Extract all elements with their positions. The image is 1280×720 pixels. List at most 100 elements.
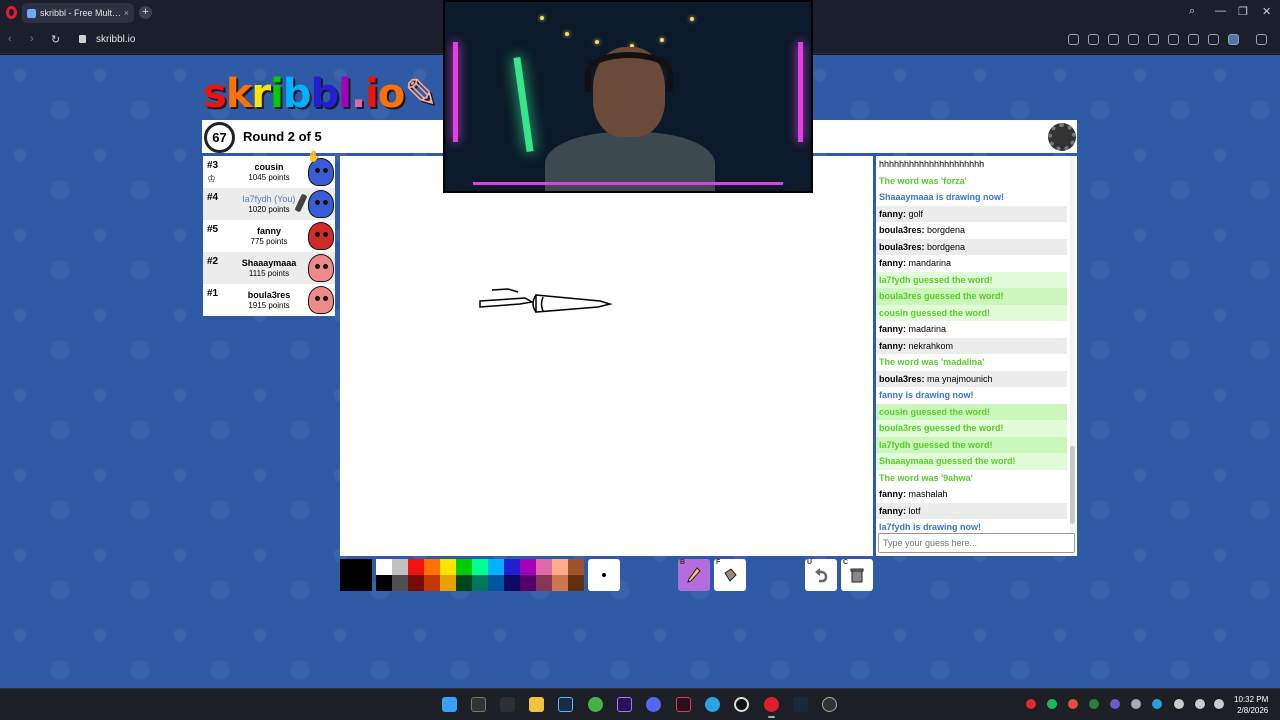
tray-icon-6[interactable]: [1131, 699, 1141, 709]
player-row[interactable]: #5 fanny 775 points: [203, 220, 335, 252]
telegram-icon[interactable]: [705, 697, 720, 712]
extension-icon[interactable]: [1068, 34, 1079, 45]
drawing-strokes: [479, 288, 613, 313]
search-tabs-icon[interactable]: ⌕: [1189, 5, 1195, 18]
reload-icon[interactable]: ↻: [51, 33, 60, 46]
camera-icon[interactable]: [1088, 34, 1099, 45]
tray-icon-7[interactable]: [1152, 699, 1162, 709]
color-swatch[interactable]: [504, 575, 520, 591]
clear-button[interactable]: C: [841, 559, 873, 591]
color-swatch[interactable]: [552, 559, 568, 575]
color-swatch[interactable]: [424, 575, 440, 591]
forward-icon[interactable]: ›: [30, 33, 34, 45]
lock-icon[interactable]: [79, 35, 86, 43]
color-swatch[interactable]: [392, 559, 408, 575]
color-swatch[interactable]: [456, 575, 472, 591]
skribbl-favicon-icon: [27, 8, 36, 18]
guess-input[interactable]: [878, 533, 1075, 553]
tab-title: skribbl - Free Multiplayer: [40, 8, 122, 18]
player-row[interactable]: #2 Shaaaymaaa 1115 points: [203, 252, 335, 284]
color-swatch[interactable]: [440, 559, 456, 575]
profile-icon[interactable]: [1228, 34, 1239, 45]
undo-button[interactable]: U: [805, 559, 837, 591]
color-swatch[interactable]: [520, 559, 536, 575]
tray-icon-1[interactable]: [1026, 699, 1036, 709]
clear-key-label: C: [843, 559, 849, 566]
back-icon[interactable]: ‹: [8, 33, 12, 45]
player-row[interactable]: #4 la7fydh (You) 1020 points: [203, 188, 335, 220]
epic-games-icon[interactable]: [471, 697, 486, 712]
opera-icon[interactable]: [764, 697, 779, 718]
color-swatch[interactable]: [520, 575, 536, 591]
volume-icon[interactable]: [1214, 699, 1224, 709]
color-swatch[interactable]: [488, 575, 504, 591]
download-icon[interactable]: [1188, 34, 1199, 45]
brush-size-button[interactable]: [588, 559, 620, 591]
premiere-icon[interactable]: [617, 697, 632, 712]
color-swatch[interactable]: [376, 575, 392, 591]
color-swatch[interactable]: [392, 575, 408, 591]
tray-icon-3[interactable]: [1068, 699, 1078, 709]
browser-tab[interactable]: skribbl - Free Multiplayer ×: [22, 3, 134, 23]
brush-tool-button[interactable]: B: [678, 559, 710, 591]
shield-icon[interactable]: [1108, 34, 1119, 45]
chat-scroll-thumb[interactable]: [1070, 446, 1075, 524]
url-field[interactable]: skribbl.io: [96, 34, 135, 45]
player-icon[interactable]: [1148, 34, 1159, 45]
color-swatch[interactable]: [568, 575, 584, 591]
chat-message: boula3res: ma ynajmounich: [876, 370, 1067, 387]
color-swatch[interactable]: [408, 559, 424, 575]
webcam-overlay: [443, 0, 813, 193]
close-window-button[interactable]: ✕: [1262, 5, 1271, 18]
color-swatch[interactable]: [568, 559, 584, 575]
tray-icon-2[interactable]: [1047, 699, 1057, 709]
tray-icon-4[interactable]: [1089, 699, 1099, 709]
steam-icon[interactable]: [793, 697, 808, 712]
color-swatch[interactable]: [536, 575, 552, 591]
player-row[interactable]: #3 cousin 1045 points ♔ ✋: [203, 151, 335, 188]
davinci-resolve-icon[interactable]: [676, 697, 691, 712]
color-swatch[interactable]: [552, 575, 568, 591]
chat-text: mandarina: [906, 258, 952, 268]
color-swatch[interactable]: [440, 575, 456, 591]
system-clock[interactable]: 10:32 PM 2/8/2026: [1234, 694, 1268, 716]
obs-icon[interactable]: [734, 697, 749, 712]
color-swatch[interactable]: [504, 559, 520, 575]
fill-key-label: F: [716, 559, 721, 566]
microphone-icon[interactable]: [1174, 699, 1184, 709]
color-swatch[interactable]: [488, 559, 504, 575]
tray-icon-5[interactable]: [1110, 699, 1120, 709]
new-tab-button[interactable]: +: [139, 6, 152, 19]
xbox-icon[interactable]: [588, 697, 603, 712]
close-tab-icon[interactable]: ×: [124, 8, 129, 18]
maximize-button[interactable]: ❐: [1238, 5, 1248, 18]
color-swatch[interactable]: [408, 575, 424, 591]
drawing-canvas[interactable]: [340, 156, 873, 556]
minimize-button[interactable]: —: [1215, 5, 1226, 17]
color-swatch[interactable]: [536, 559, 552, 575]
avatar: [308, 286, 334, 314]
chat-text: borgdena: [924, 225, 966, 235]
davinci-icon[interactable]: [500, 697, 515, 712]
color-swatch[interactable]: [456, 559, 472, 575]
fill-tool-button[interactable]: F: [714, 559, 746, 591]
chat-message: boula3res guessed the word!: [876, 420, 1067, 437]
menu-icon[interactable]: [1208, 34, 1219, 45]
windows-start-icon[interactable]: [442, 697, 457, 712]
steam-client-icon[interactable]: [822, 697, 837, 712]
vpn-icon[interactable]: [1128, 34, 1139, 45]
gear-icon[interactable]: [1048, 123, 1076, 151]
heart-icon[interactable]: [1168, 34, 1179, 45]
wifi-icon[interactable]: [1195, 699, 1205, 709]
color-swatch[interactable]: [472, 575, 488, 591]
color-swatch[interactable]: [424, 559, 440, 575]
easy-setup-icon[interactable]: [1256, 34, 1267, 45]
player-row[interactable]: #1 boula3res 1915 points: [203, 284, 335, 316]
lightroom-icon[interactable]: [558, 697, 573, 712]
discord-icon[interactable]: [646, 697, 661, 712]
color-swatch[interactable]: [472, 559, 488, 575]
chat-message: Shaaaymaaa is drawing now!: [879, 192, 1005, 202]
opera-menu-icon[interactable]: [6, 6, 17, 19]
color-swatch[interactable]: [376, 559, 392, 575]
file-explorer-icon[interactable]: [529, 697, 544, 712]
